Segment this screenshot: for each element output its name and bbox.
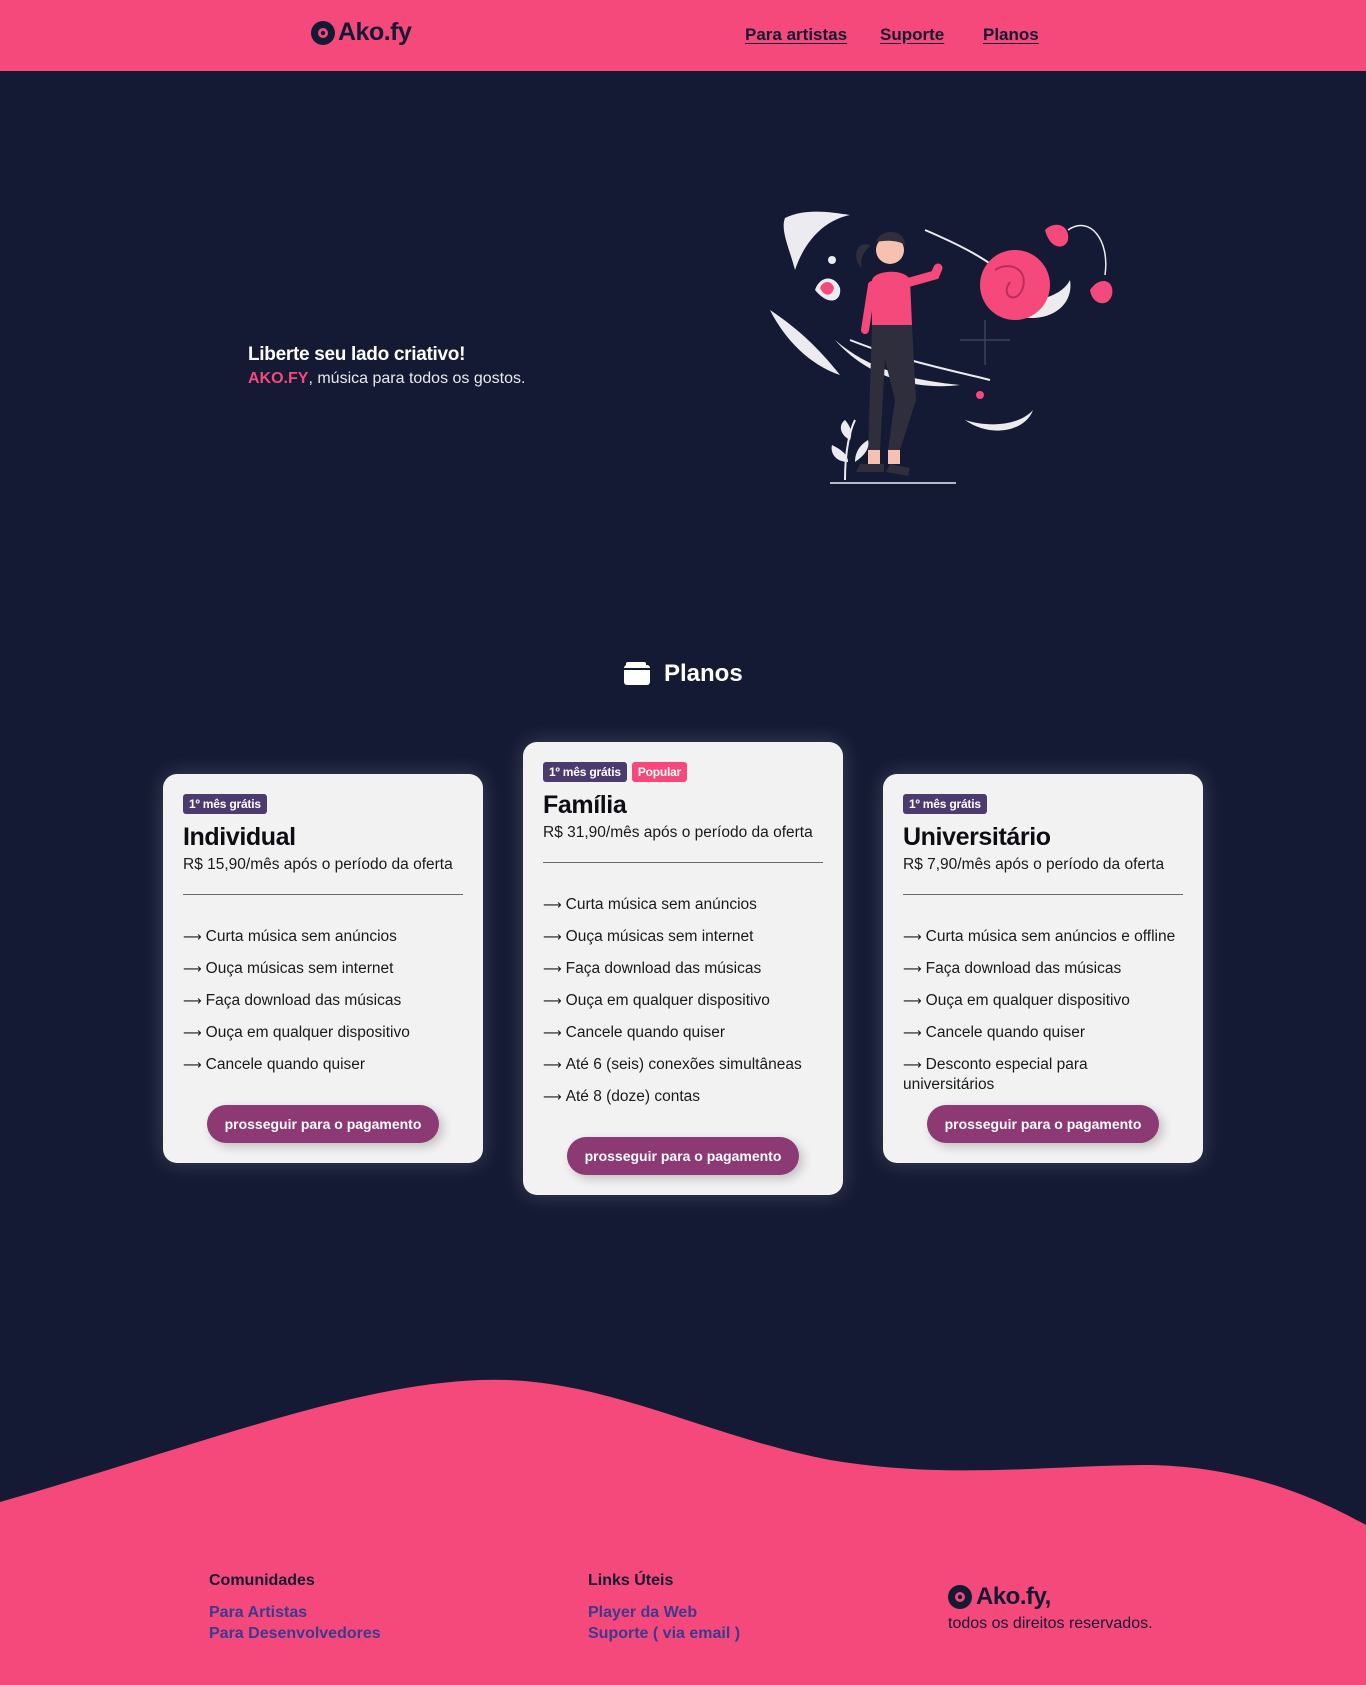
arrow-right-icon: ⟶ (183, 961, 202, 976)
arrow-right-icon: ⟶ (543, 1089, 562, 1104)
free-month-badge: 1º mês grátis (903, 794, 987, 814)
header: Ako.fy Para artistas Suporte Planos (0, 0, 1366, 71)
divider (903, 894, 1183, 895)
feature-item: ⟶ Ouça em qualquer dispositivo (183, 1024, 410, 1041)
divider (183, 894, 463, 895)
nav-link-support[interactable]: Suporte (880, 25, 944, 45)
vinyl-record-icon (948, 1585, 972, 1609)
hero-subtitle: AKO.FY, música para todos os gostos. (248, 370, 525, 388)
free-month-badge: 1º mês grátis (183, 794, 267, 814)
card-badges: 1º mês grátis (183, 794, 463, 814)
feature-item: ⟶ Ouça em qualquer dispositivo (543, 992, 770, 1009)
feature-item: ⟶ Cancele quando quiser (903, 1024, 1086, 1041)
proceed-payment-button[interactable]: prosseguir para o pagamento (927, 1105, 1159, 1143)
plan-card-university: 1º mês grátis Universitário R$ 7,90/mês … (883, 774, 1203, 1163)
footer-brand-name: Ako.fy, (976, 1583, 1051, 1610)
hero-illustration (770, 211, 1113, 484)
arrow-right-icon: ⟶ (543, 1057, 562, 1072)
feature-list: ⟶ Curta música sem anúncios ⟶ Ouça músicas… (543, 895, 823, 1119)
arrow-right-icon: ⟶ (543, 897, 562, 912)
feature-item: ⟶ Cancele quando quiser (183, 1056, 366, 1073)
plan-card-family: 1º mês grátis Popular Família R$ 31,90/m… (523, 742, 843, 1195)
nav-link-artists[interactable]: Para artistas (745, 25, 847, 45)
arrow-right-icon: ⟶ (543, 929, 562, 944)
arrow-right-icon: ⟶ (183, 1025, 202, 1040)
footer-communities: Comunidades Para Artistas Para Desenvolv… (209, 1572, 381, 1644)
plan-price: R$ 15,90/mês após o período da oferta (183, 856, 453, 873)
feature-item: ⟶ Ouça músicas sem internet (543, 928, 754, 945)
plan-name: Família (543, 791, 627, 819)
feature-list: ⟶ Curta música sem anúncios ⟶ Ouça músicas… (183, 927, 463, 1087)
arrow-right-icon: ⟶ (543, 993, 562, 1008)
popular-badge: Popular (631, 762, 688, 782)
card-badges: 1º mês grátis Popular (543, 762, 823, 782)
nav-link-plans[interactable]: Planos (983, 25, 1039, 45)
feature-item: ⟶ Ouça em qualquer dispositivo (903, 992, 1130, 1009)
plan-name: Universitário (903, 823, 1051, 851)
hero-text: Liberte seu lado criativo! AKO.FY, músic… (248, 344, 525, 388)
plans-title: Planos (664, 660, 743, 687)
arrow-right-icon: ⟶ (543, 961, 562, 976)
footer-useful-links-title: Links Úteis (588, 1572, 674, 1589)
brand-logo[interactable]: Ako.fy (311, 18, 412, 47)
arrow-right-icon: ⟶ (903, 961, 922, 976)
feature-item: ⟶ Curta música sem anúncios (183, 928, 397, 945)
footer-communities-title: Comunidades (209, 1572, 315, 1589)
vinyl-record-icon (311, 20, 335, 45)
plan-price: R$ 7,90/mês após o período da oferta (903, 856, 1165, 873)
proceed-payment-button[interactable]: prosseguir para o pagamento (567, 1137, 799, 1175)
feature-item: ⟶ Curta música sem anúncios e offline (903, 928, 1176, 945)
arrow-right-icon: ⟶ (183, 993, 202, 1008)
footer-link-support-email[interactable]: Suporte ( via email ) (588, 1623, 740, 1644)
footer-brand-row: Ako.fy, (948, 1583, 1153, 1611)
arrow-right-icon: ⟶ (903, 929, 922, 944)
feature-item: ⟶ Ouça músicas sem internet (183, 960, 394, 977)
wallet-icon (624, 662, 650, 685)
hero-title: Liberte seu lado criativo! (248, 344, 466, 365)
arrow-right-icon: ⟶ (903, 1057, 922, 1072)
footer-link-artists[interactable]: Para Artistas (209, 1602, 381, 1623)
feature-item: ⟶ Até 8 (doze) contas (543, 1088, 701, 1105)
hero-brand: AKO.FY (248, 370, 309, 387)
hero-subtitle-text: , música para todos os gostos. (308, 370, 526, 387)
footer-brand: Ako.fy, todos os direitos reservados. (948, 1583, 1153, 1633)
plan-name: Individual (183, 823, 296, 851)
arrow-right-icon: ⟶ (903, 1025, 922, 1040)
card-badges: 1º mês grátis (903, 794, 1183, 814)
brand-name: Ako.fy (338, 18, 412, 46)
footer-link-web-player[interactable]: Player da Web (588, 1602, 740, 1623)
plans-heading: Planos (624, 660, 743, 688)
proceed-payment-button[interactable]: prosseguir para o pagamento (207, 1105, 439, 1143)
arrow-right-icon: ⟶ (543, 1025, 562, 1040)
footer-link-developers[interactable]: Para Desenvolvedores (209, 1623, 381, 1644)
arrow-right-icon: ⟶ (183, 929, 202, 944)
plan-card-individual: 1º mês grátis Individual R$ 15,90/mês ap… (163, 774, 483, 1163)
feature-list: ⟶ Curta música sem anúncios e offline ⟶ Fa… (903, 927, 1183, 1093)
feature-item: ⟶ Faça download das músicas (903, 960, 1122, 977)
footer-useful-links: Links Úteis Player da Web Suporte ( via … (588, 1572, 740, 1644)
arrow-right-icon: ⟶ (903, 993, 922, 1008)
feature-item: ⟶ Faça download das músicas (183, 992, 402, 1009)
feature-item: ⟶ Faça download das músicas (543, 960, 762, 977)
feature-item: ⟶ Cancele quando quiser (543, 1024, 726, 1041)
feature-item: ⟶ Curta música sem anúncios (543, 896, 757, 913)
divider (543, 862, 823, 863)
footer-rights: todos os direitos reservados. (948, 1615, 1153, 1632)
plan-price: R$ 31,90/mês após o período da oferta (543, 824, 813, 841)
feature-item: ⟶ Até 6 (seis) conexões simultâneas (543, 1056, 802, 1073)
arrow-right-icon: ⟶ (183, 1057, 202, 1072)
feature-item: ⟶ Desconto especial para universitários (903, 1056, 1088, 1093)
free-month-badge: 1º mês grátis (543, 762, 627, 782)
